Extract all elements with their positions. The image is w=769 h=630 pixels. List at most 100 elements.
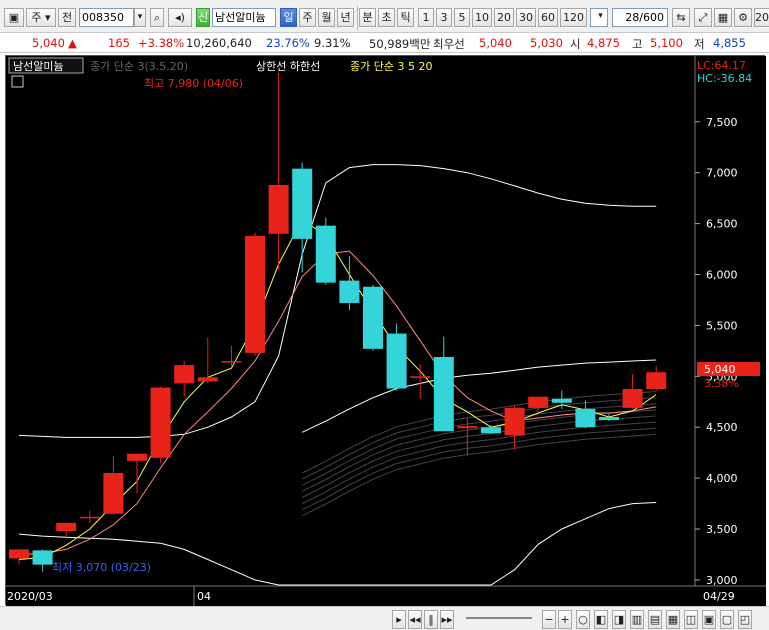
trend-icon[interactable]: ⤢ <box>694 8 712 27</box>
period-month-button[interactable]: 월 <box>318 8 335 27</box>
navigation-bar: ▸ ◂◂ ‖ ▸▸ − + ○ ◧ ◨ ▥ ▤ ▦ ◫ ▣ ▢ ◰ <box>0 606 769 630</box>
stock-name-field[interactable]: 남선알미늄 <box>212 8 276 27</box>
candle-body <box>268 184 289 234</box>
period-year-button[interactable]: 년 <box>337 8 354 27</box>
search-icon[interactable]: ⌕ <box>150 8 164 27</box>
chart-window: ▣ 주 ▾ 전 008350 ▾ ⌕ ◂) 신 남선알미늄 일 주 월 년 분 … <box>0 0 769 630</box>
zoom-slider[interactable] <box>466 617 532 619</box>
y-tick-label: 6,500 <box>706 218 738 231</box>
nav-icon-6[interactable]: ◫ <box>684 610 698 629</box>
lc-label: LC:64.17 <box>697 59 746 72</box>
candle-body <box>551 398 572 403</box>
arrange-icon[interactable]: ⇆ <box>672 8 690 27</box>
interval-120-button[interactable]: 120 <box>560 8 587 27</box>
candle-body <box>9 549 29 559</box>
best-ask: 5,040 <box>479 36 512 50</box>
interval-5-button[interactable]: 5 <box>454 8 470 27</box>
nav-icon-5[interactable]: ▦ <box>666 610 680 629</box>
best-quote-label: 최우선 <box>433 37 465 51</box>
toolbar: ▣ 주 ▾ 전 008350 ▾ ⌕ ◂) 신 남선알미늄 일 주 월 년 분 … <box>0 0 769 33</box>
pause-icon[interactable]: ‖ <box>424 610 438 629</box>
high-label: 고 <box>632 37 643 51</box>
low-annotation: 최저 3,070 (03/23) <box>52 561 151 574</box>
change-percent: +3.38% <box>138 36 185 50</box>
candle-body <box>150 387 171 458</box>
x-label-start: 2020/03 <box>7 590 53 603</box>
second-button[interactable]: 초 <box>378 8 395 27</box>
interval-10-button[interactable]: 10 <box>472 8 492 27</box>
candle-body <box>221 361 242 363</box>
scroll-right-icon[interactable]: ▸ <box>392 610 406 629</box>
candle-body <box>575 408 596 428</box>
y-tick-label: 4,000 <box>706 472 738 485</box>
minute-button[interactable]: 분 <box>359 8 376 27</box>
count-field[interactable]: 28/600 <box>612 8 668 27</box>
candle-body <box>599 417 619 421</box>
toolbar-separator <box>357 6 358 30</box>
code-dropdown-icon[interactable]: ▾ <box>134 8 146 27</box>
trade-amount: 50,989백만 <box>369 37 431 51</box>
high-price: 5,100 <box>650 36 683 50</box>
nav-icon-9[interactable]: ◰ <box>738 610 752 629</box>
candle-body <box>127 453 147 461</box>
range-button[interactable]: 전 <box>58 8 76 27</box>
market-label: 주 <box>31 11 42 24</box>
period-week-button[interactable]: 주 <box>299 8 316 27</box>
tick-button[interactable]: 틱 <box>397 8 414 27</box>
nav-icon-1[interactable]: ◧ <box>594 610 608 629</box>
interval-dropdown-icon[interactable]: ▾ <box>594 8 607 27</box>
settings-gear-icon[interactable]: ⚙ <box>734 8 752 27</box>
zoom-reset-icon[interactable]: ○ <box>576 610 590 629</box>
interval-1-button[interactable]: 1 <box>418 8 434 27</box>
scroll-last-icon[interactable]: ▸▸ <box>440 610 454 629</box>
candle-body <box>174 365 195 384</box>
y-tick-label: 3,000 <box>706 574 738 587</box>
period-day-button[interactable]: 일 <box>280 8 297 27</box>
candle-body <box>481 427 501 434</box>
price-change: 165 <box>108 36 130 50</box>
x-label-april: 04 <box>197 590 211 603</box>
candle-body <box>363 286 383 349</box>
overflow-label[interactable]: 20 <box>754 8 769 27</box>
rate-1: 23.76% <box>266 36 310 50</box>
current-pct-axis-label: 3.38% <box>704 377 739 390</box>
ma-legend: 종가 단순 3(3.5.20) <box>90 60 188 73</box>
candle-body <box>386 333 407 389</box>
candle-body <box>433 356 454 432</box>
interval-20-button[interactable]: 20 <box>494 8 514 27</box>
candle-body <box>622 389 643 408</box>
market-select[interactable]: 주 ▾ <box>26 8 56 27</box>
low-label: 저 <box>694 37 705 51</box>
nav-icon-4[interactable]: ▤ <box>648 610 662 629</box>
candle-body <box>292 168 313 239</box>
candle-body <box>315 225 336 283</box>
candle-body <box>504 407 525 436</box>
y-tick-label: 3,500 <box>706 523 738 536</box>
candle-body <box>339 280 360 304</box>
candle-body <box>103 473 124 514</box>
rate-2: 9.31% <box>314 36 351 50</box>
speaker-icon[interactable]: ◂) <box>168 8 192 27</box>
price-chart[interactable]: 남선알미늄 종가 단순 3(3.5.20) 상한선 하한선 종가 단순 3 5 … <box>5 55 766 606</box>
zoom-in-icon[interactable]: + <box>558 610 572 629</box>
frame-icon[interactable]: ▣ <box>4 8 24 27</box>
chart-svg[interactable]: 남선알미늄 종가 단순 3(3.5.20) 상한선 하한선 종가 단순 3 5 … <box>6 56 766 606</box>
nav-icon-8[interactable]: ▢ <box>720 610 734 629</box>
code-input[interactable]: 008350 <box>79 8 134 27</box>
nav-icon-2[interactable]: ◨ <box>612 610 626 629</box>
volume: 10,260,640 <box>186 36 252 50</box>
nav-icon-7[interactable]: ▣ <box>702 610 716 629</box>
simple-ma-legend: 종가 단순 3 5 20 <box>350 60 432 73</box>
y-tick-label: 7,500 <box>706 116 738 129</box>
candle-body <box>79 516 100 519</box>
y-tick-label: 4,500 <box>706 421 738 434</box>
scroll-first-icon[interactable]: ◂◂ <box>408 610 422 629</box>
save-icon[interactable]: ▦ <box>714 8 732 27</box>
interval-60-button[interactable]: 60 <box>538 8 558 27</box>
candle-body <box>197 377 218 382</box>
nav-icon-3[interactable]: ▥ <box>630 610 644 629</box>
zoom-out-icon[interactable]: − <box>542 610 556 629</box>
interval-3-button[interactable]: 3 <box>436 8 452 27</box>
hc-label: HC:-36.84 <box>697 72 752 85</box>
interval-30-button[interactable]: 30 <box>516 8 536 27</box>
